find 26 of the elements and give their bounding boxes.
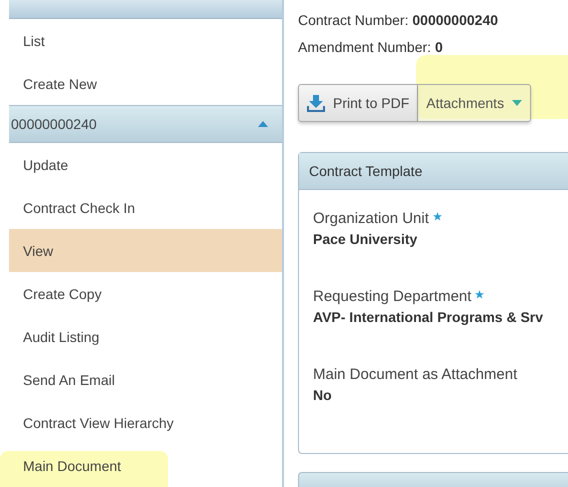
menu-item[interactable]: Contract View Hierarchy [9,401,282,444]
menu-item[interactable]: Update [9,143,282,186]
field-value: AVP- International Programs & Srv [313,309,544,325]
menu-item[interactable]: Create New [9,62,282,105]
menu-item[interactable]: Main Document [9,444,282,487]
field-value: No [313,387,333,403]
menu-item[interactable]: Contract Check In [9,186,282,229]
panel-title: Contract Template [299,153,568,190]
menu-item[interactable]: List [9,19,282,62]
amendment-number: Amendment Number: 0 [298,38,444,57]
field-label: Requesting Department [313,288,472,305]
download-icon [307,94,325,112]
caret-icon [512,100,522,106]
attachments-button[interactable]: Attachments [418,84,532,122]
menu-item[interactable]: Send An Email [9,358,282,401]
field-label: Organization Unit [313,210,429,227]
contract-id: 00000000240 [11,116,97,132]
menu-item[interactable]: Create Copy [9,272,282,315]
contract-number: Contract Number: 00000000240 [298,11,500,30]
field-label: Main Document as Attachment [313,366,518,383]
field-value: Pace University [313,231,418,247]
contract-section-header[interactable]: 00000000240 [9,105,282,143]
menu-item[interactable]: Audit Listing [9,315,282,358]
caret-icon [258,121,268,127]
menu-item[interactable]: View [9,229,282,272]
print-pdf-button[interactable]: Print to PDF [298,84,418,122]
